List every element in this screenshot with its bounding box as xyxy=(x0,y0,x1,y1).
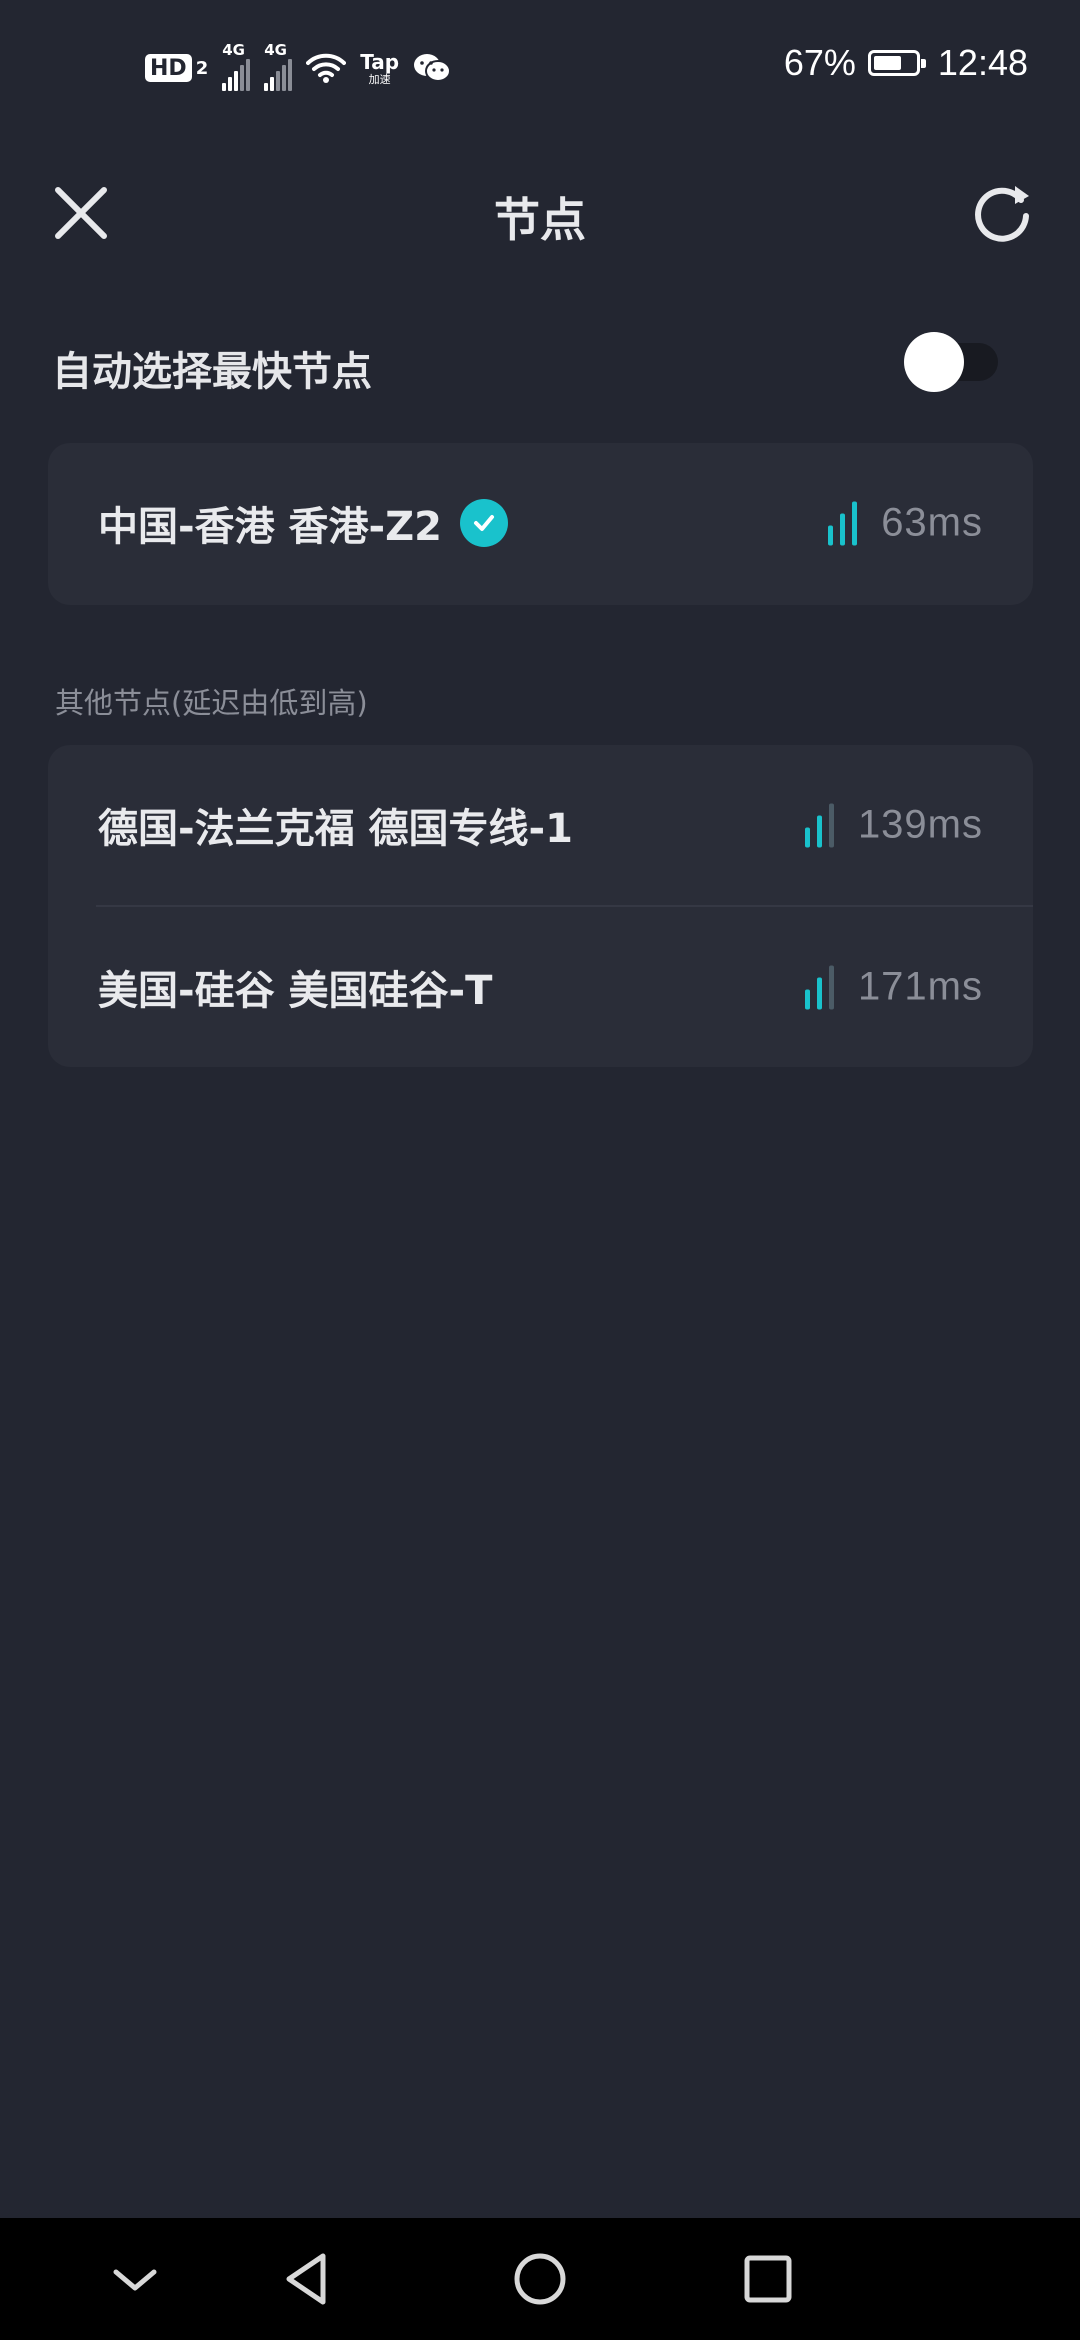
latency-value: 139ms xyxy=(857,802,983,847)
current-node-name: 中国-香港 香港-Z2 xyxy=(98,494,508,552)
header: 节点 xyxy=(0,160,1080,270)
chevron-down-icon[interactable] xyxy=(102,2246,168,2312)
hd-voice-icon: HD xyxy=(145,54,192,82)
status-icons-left: HD 2 4G 4G Tap 加速 xyxy=(145,41,452,91)
node-latency: 139ms xyxy=(804,802,983,848)
tap-sub-label: 加速 xyxy=(368,72,391,86)
status-bar: HD 2 4G 4G Tap 加速 67% 12:48 xyxy=(0,0,1080,130)
auto-select-toggle[interactable] xyxy=(904,332,998,392)
section-label: 其他节点(延迟由低到高) xyxy=(55,686,368,720)
current-node-latency: 63ms xyxy=(828,501,983,546)
battery-percent: 67% xyxy=(783,42,856,83)
auto-select-row: 自动选择最快节点 xyxy=(52,325,1028,405)
screen: HD 2 4G 4G Tap 加速 67% 12:48 节点 自动选择最快节点 … xyxy=(0,0,1080,2340)
current-node-label: 中国-香港 香港-Z2 xyxy=(98,504,442,550)
back-icon[interactable] xyxy=(275,2246,341,2312)
refresh-icon[interactable] xyxy=(969,180,1035,246)
hd-sim-number: 2 xyxy=(195,57,209,79)
battery-icon xyxy=(867,50,926,76)
page-title: 节点 xyxy=(494,193,586,247)
node-name: 德国-法兰克福 德国专线-1 xyxy=(98,806,573,852)
signal-strength-icon xyxy=(828,501,858,545)
wifi-icon xyxy=(306,53,347,83)
node-name: 美国-硅谷 美国硅谷-T xyxy=(98,968,493,1014)
signal-strength-icon xyxy=(804,803,834,847)
wechat-icon xyxy=(414,54,452,82)
list-item[interactable]: 德国-法兰克福 德国专线-1 139ms xyxy=(48,745,1033,905)
signal-sim1-icon: 4G xyxy=(222,41,251,91)
signal-sim2-icon: 4G xyxy=(264,41,293,91)
auto-select-label: 自动选择最快节点 xyxy=(52,349,372,395)
toggle-knob xyxy=(904,332,964,392)
latency-value: 63ms xyxy=(881,500,983,545)
tap-label: Tap xyxy=(360,49,400,74)
battery-fill xyxy=(873,56,901,70)
list-item[interactable]: 美国-硅谷 美国硅谷-T 171ms xyxy=(48,907,1033,1067)
home-icon[interactable] xyxy=(507,2246,573,2312)
sim1-network-label: 4G xyxy=(222,41,245,59)
status-icons-right: 67% 12:48 xyxy=(784,42,1028,84)
node-latency: 171ms xyxy=(804,964,983,1010)
current-node-card[interactable]: 中国-香港 香港-Z2 63ms xyxy=(48,443,1033,605)
recents-icon[interactable] xyxy=(735,2246,801,2312)
other-nodes-card: 德国-法兰克福 德国专线-1 139ms 美国-硅谷 美国硅谷-T 171ms xyxy=(48,745,1033,1067)
sim2-network-label: 4G xyxy=(264,41,287,59)
current-node-row[interactable]: 中国-香港 香港-Z2 63ms xyxy=(48,443,1033,603)
clock: 12:48 xyxy=(937,42,1028,83)
tap-accelerator-icon: Tap 加速 xyxy=(360,52,399,85)
latency-value: 171ms xyxy=(857,964,983,1009)
navigation-bar xyxy=(0,2218,1080,2340)
check-icon xyxy=(459,499,508,547)
signal-strength-icon xyxy=(804,965,834,1009)
